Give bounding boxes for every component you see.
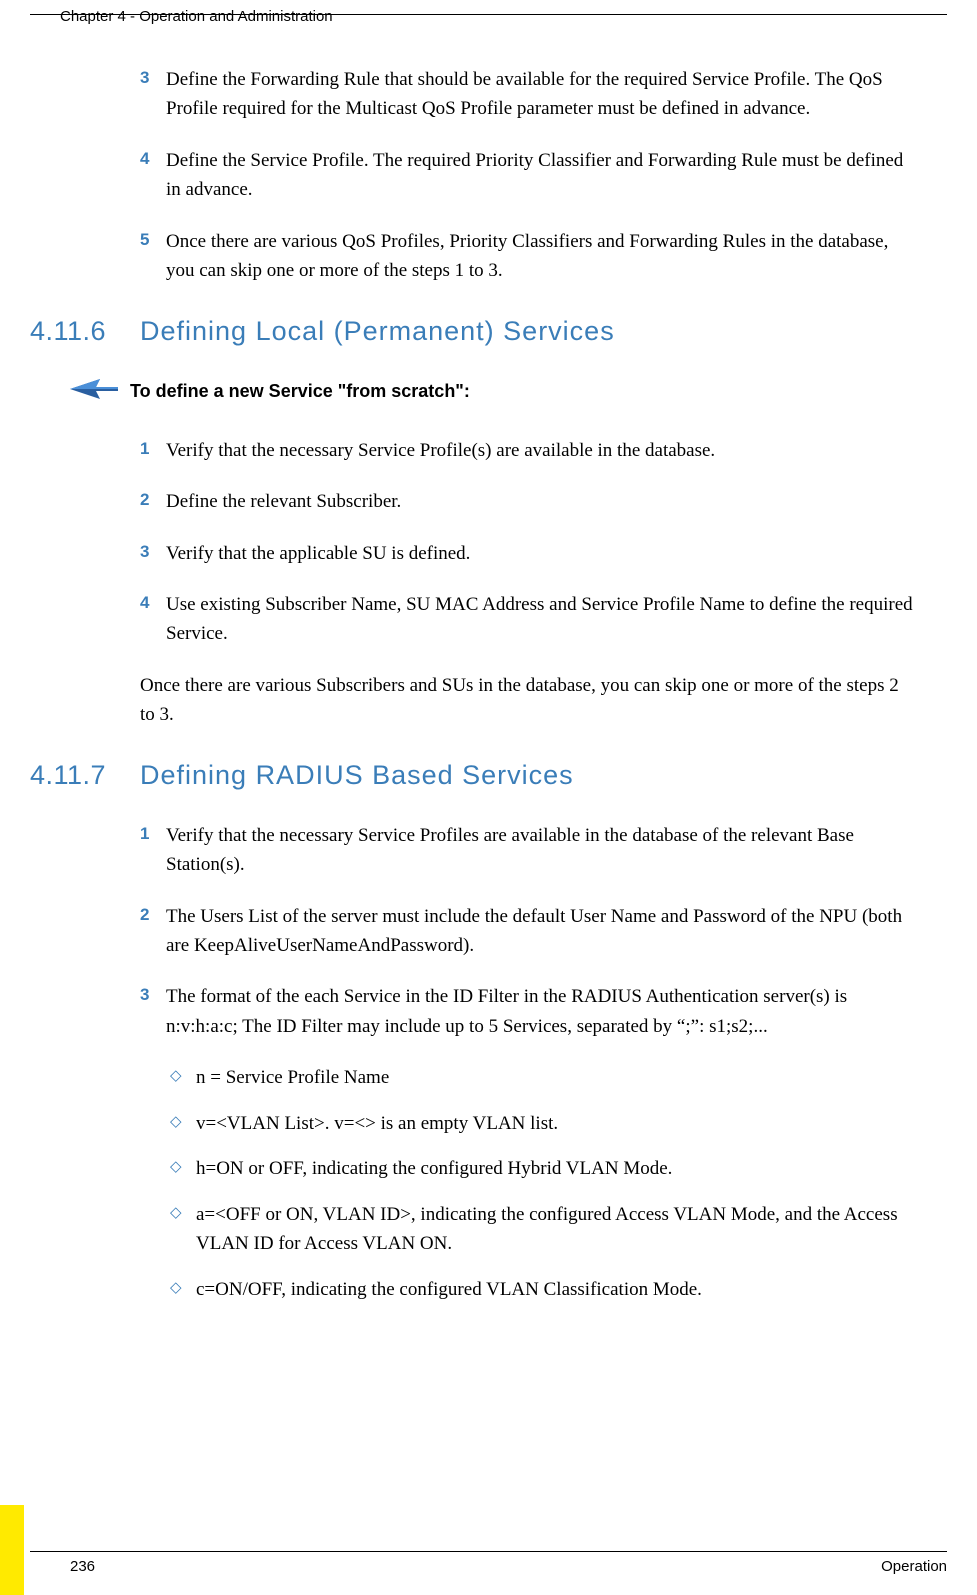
diamond-bullet-icon: ◇ [170,1275,196,1304]
diamond-bullet-icon: ◇ [170,1063,196,1092]
sub-list-item: ◇ h=ON or OFF, indicating the configured… [170,1154,917,1183]
list-item: 3 Define the Forwarding Rule that should… [30,65,917,124]
section-number: 4.11.7 [30,760,140,791]
sub-list-text: a=<OFF or ON, VLAN ID>, indicating the c… [196,1200,917,1259]
sub-list-text: c=ON/OFF, indicating the configured VLAN… [196,1275,702,1304]
page-footer: 236 Operation [30,1551,947,1575]
paragraph: Once there are various Subscribers and S… [140,671,917,730]
sub-list-text: v=<VLAN List>. v=<> is an empty VLAN lis… [196,1109,558,1138]
diamond-bullet-icon: ◇ [170,1109,196,1138]
callout-box: To define a new Service "from scratch": [70,377,917,406]
list-item: 2 Define the relevant Subscriber. [30,487,917,516]
list-number: 1 [140,821,166,880]
sub-list-text: n = Service Profile Name [196,1063,389,1092]
sub-list-item: ◇ v=<VLAN List>. v=<> is an empty VLAN l… [170,1109,917,1138]
diamond-bullet-icon: ◇ [170,1154,196,1183]
list-number: 5 [140,227,166,286]
list-text: The Users List of the server must includ… [166,902,917,961]
list-number: 4 [140,146,166,205]
list-text: Verify that the necessary Service Profil… [166,821,917,880]
list-number: 3 [140,982,166,1041]
list-text: The format of the each Service in the ID… [166,982,917,1041]
list-item: 3 The format of the each Service in the … [30,982,917,1041]
sub-list-item: ◇ a=<OFF or ON, VLAN ID>, indicating the… [170,1200,917,1259]
list-text: Define the relevant Subscriber. [166,487,917,516]
callout-text: To define a new Service "from scratch": [130,381,470,402]
sub-list-item: ◇ c=ON/OFF, indicating the configured VL… [170,1275,917,1304]
sub-list-item: ◇ n = Service Profile Name [170,1063,917,1092]
list-text: Verify that the necessary Service Profil… [166,436,917,465]
list-text: Once there are various QoS Profiles, Pri… [166,227,917,286]
arrow-icon [70,377,130,406]
list-text: Define the Forwarding Rule that should b… [166,65,917,124]
chapter-title: Chapter 4 - Operation and Administration [60,8,333,25]
list-item: 1 Verify that the necessary Service Prof… [30,436,917,465]
section-title: Defining RADIUS Based Services [140,760,574,791]
list-item: 5 Once there are various QoS Profiles, P… [30,227,917,286]
list-text: Use existing Subscriber Name, SU MAC Add… [166,590,917,649]
list-number: 2 [140,902,166,961]
list-item: 3 Verify that the applicable SU is defin… [30,539,917,568]
list-item: 4 Define the Service Profile. The requir… [30,146,917,205]
list-item: 2 The Users List of the server must incl… [30,902,917,961]
page-header: Chapter 4 - Operation and Administration [30,0,947,15]
sub-list-text: h=ON or OFF, indicating the configured H… [196,1154,672,1183]
section-number: 4.11.6 [30,316,140,347]
list-number: 4 [140,590,166,649]
diamond-bullet-icon: ◇ [170,1200,196,1259]
list-text: Verify that the applicable SU is defined… [166,539,917,568]
list-number: 3 [140,65,166,124]
section-heading-4-11-6: 4.11.6 Defining Local (Permanent) Servic… [30,316,917,347]
list-number: 3 [140,539,166,568]
list-number: 1 [140,436,166,465]
footer-label: Operation [881,1558,947,1575]
list-item: 1 Verify that the necessary Service Prof… [30,821,917,880]
section-heading-4-11-7: 4.11.7 Defining RADIUS Based Services [30,760,917,791]
list-number: 2 [140,487,166,516]
corner-decoration [0,1505,40,1595]
list-text: Define the Service Profile. The required… [166,146,917,205]
section-title: Defining Local (Permanent) Services [140,316,615,347]
page-content: 3 Define the Forwarding Rule that should… [0,25,977,1304]
list-item: 4 Use existing Subscriber Name, SU MAC A… [30,590,917,649]
